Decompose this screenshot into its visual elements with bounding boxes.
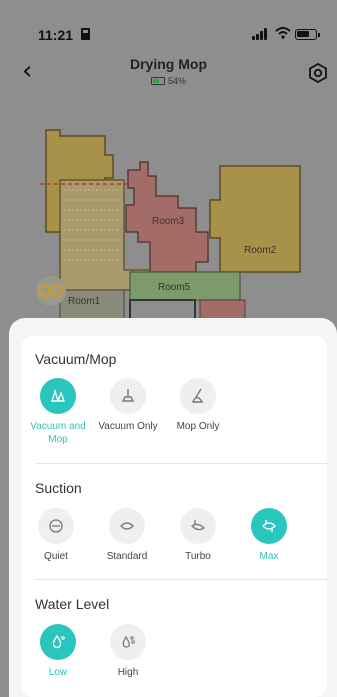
option-label: Vacuum and Mop — [30, 421, 86, 445]
option-label: Standard — [106, 551, 148, 562]
cleaning-settings-sheet: Vacuum/Mop Vacuum and Mop Vacuum Only Mo… — [9, 318, 337, 697]
robot-battery-level: 54% — [167, 76, 186, 86]
max-icon — [251, 508, 287, 544]
water-level-title: Water Level — [35, 596, 110, 612]
floor-plan: Room3 Room2 Room5 Room1 — [36, 129, 301, 331]
option-label: Vacuum Only — [98, 421, 158, 432]
option-quiet[interactable]: Quiet — [21, 508, 91, 563]
option-mop-only[interactable]: Mop Only — [163, 378, 233, 433]
option-max[interactable]: Max — [234, 508, 304, 563]
status-bar: 11:21 — [0, 0, 337, 48]
option-water-high[interactable]: High — [93, 624, 163, 679]
vacuum-icon — [110, 378, 146, 414]
divider — [35, 579, 327, 580]
water-low-icon — [40, 624, 76, 660]
option-water-low[interactable]: Low — [23, 624, 93, 679]
option-label: Mop Only — [176, 421, 220, 432]
option-standard[interactable]: Standard — [92, 508, 162, 563]
nav-bar: ‹ Drying Mop 54% — [0, 48, 337, 96]
option-label: Quiet — [44, 551, 68, 562]
option-label: Turbo — [185, 551, 211, 562]
option-label: Low — [48, 667, 68, 678]
robot-battery: 54% — [0, 76, 337, 86]
divider — [35, 463, 327, 464]
wifi-icon — [275, 27, 291, 42]
quiet-icon — [38, 508, 74, 544]
robot-battery-icon — [150, 77, 165, 85]
room-label[interactable]: Room1 — [68, 296, 101, 307]
option-vacuum-and-mop[interactable]: Vacuum and Mop — [23, 378, 93, 446]
vacuum-mop-title: Vacuum/Mop — [35, 351, 117, 367]
room-label[interactable]: Room3 — [152, 216, 185, 227]
option-label: Max — [259, 551, 279, 562]
turbo-icon — [180, 508, 216, 544]
mop-icon — [180, 378, 216, 414]
settings-icon[interactable] — [308, 63, 328, 83]
vacuum-mop-icon — [40, 378, 76, 414]
option-vacuum-only[interactable]: Vacuum Only — [93, 378, 163, 433]
battery-icon — [295, 29, 320, 40]
room-label[interactable]: Room5 — [158, 282, 191, 293]
settings-card: Vacuum/Mop Vacuum and Mop Vacuum Only Mo… — [21, 336, 327, 697]
option-label: High — [117, 667, 139, 678]
water-high-icon — [110, 624, 146, 660]
status-time: 11:21 — [38, 27, 74, 43]
page-title: Drying Mop — [130, 56, 207, 72]
room-label[interactable]: Room2 — [244, 245, 277, 256]
cleaning-map[interactable]: Room3 Room2 Room5 Room1 — [0, 100, 337, 331]
sim-card-icon — [81, 28, 90, 40]
standard-icon — [109, 508, 145, 544]
option-turbo[interactable]: Turbo — [163, 508, 233, 563]
cellular-signal-icon — [252, 28, 272, 40]
suction-title: Suction — [35, 480, 82, 496]
